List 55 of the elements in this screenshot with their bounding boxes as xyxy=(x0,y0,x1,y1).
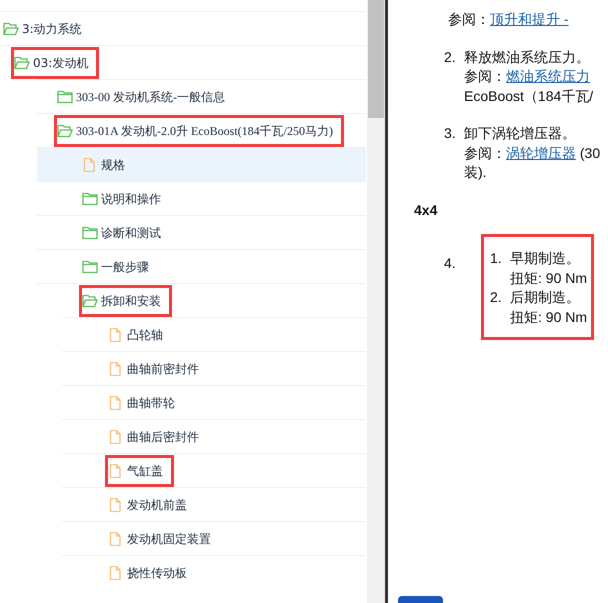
tree-item[interactable]: 气缸盖 xyxy=(62,453,366,487)
torque-text: 扭矩: 90 Nm xyxy=(510,268,588,288)
section-heading: 4x4 xyxy=(414,200,438,220)
tree-item[interactable]: 03:发动机 xyxy=(0,45,366,79)
tree-item[interactable]: 说明和操作 xyxy=(37,181,366,215)
tree-item-label: 03:发动机 xyxy=(33,54,88,70)
tree-item[interactable]: 3:动力系统 xyxy=(0,11,366,45)
step-title: 早期制造。 xyxy=(510,249,581,268)
tree-item[interactable]: 发动机固定装置 xyxy=(62,521,366,555)
tree-item-label: 一般步骤 xyxy=(101,258,149,274)
step-number: 3. xyxy=(443,124,457,143)
step-number: 1. xyxy=(490,249,503,268)
tree-item-label: 发动机前盖 xyxy=(127,496,187,512)
tree-item[interactable]: 一般步骤 xyxy=(37,249,366,283)
step-text: EcoBoost（184千瓦/ xyxy=(464,86,594,106)
step-number: 2. xyxy=(490,288,503,307)
tree-item-label: 曲轴带轮 xyxy=(127,394,175,410)
reference-link[interactable]: 燃油系统压力 xyxy=(506,68,590,84)
step-text: 装). xyxy=(464,163,488,182)
tree-item-label: 挠性传动板 xyxy=(127,564,187,580)
tree-item-label: 303-00 发动机系统-一般信息 xyxy=(76,88,225,104)
step-number: 2. xyxy=(443,48,457,66)
tree-item[interactable]: 303-00 发动机系统-一般信息 xyxy=(37,79,366,113)
reference-link[interactable]: 顶升和提升 - xyxy=(490,11,569,27)
tree-item[interactable]: 规格 xyxy=(37,147,366,181)
tree-item-label: 曲轴前密封件 xyxy=(127,360,199,376)
tree-item-label: 发动机固定装置 xyxy=(127,530,211,546)
tree-item[interactable]: 诊断和测试 xyxy=(37,215,366,249)
reference-link[interactable]: 涡轮增压器 xyxy=(506,144,576,160)
reference-text: 参阅：顶升和提升 - xyxy=(448,10,570,29)
tree-item-label: 303-01A 发动机-2.0升 EcoBoost(184千瓦/250马力) xyxy=(76,122,333,138)
tree-item[interactable]: 发动机前盖 xyxy=(62,487,366,521)
tree-item[interactable]: 凸轮轴 xyxy=(62,317,366,351)
tree-item-label: 规格 xyxy=(101,156,125,172)
tree-item-label: 拆卸和安装 xyxy=(101,292,161,308)
step-title: 后期制造。 xyxy=(510,288,581,307)
tree-item-label: 3:动力系统 xyxy=(22,20,82,36)
tree-item-label: 气缸盖 xyxy=(127,462,163,478)
step-number: 4. xyxy=(443,254,457,273)
scrollbar-thumb[interactable] xyxy=(368,0,384,118)
step-title: 卸下涡轮增压器。 xyxy=(464,124,577,143)
tree-item[interactable]: 拆卸和安装 xyxy=(37,283,366,317)
tree-item[interactable]: 曲轴后密封件 xyxy=(62,419,366,453)
step-title: 释放燃油系统压力。 xyxy=(464,48,591,66)
tree-item-label: 曲轴后密封件 xyxy=(127,428,199,444)
scrollbar[interactable] xyxy=(367,0,385,603)
tree-item[interactable]: 曲轴带轮 xyxy=(62,385,366,419)
torque-text: 扭矩: 90 Nm xyxy=(510,308,588,326)
tree-item[interactable]: 挠性传动板 xyxy=(62,555,366,589)
tree-item[interactable]: 曲轴前密封件 xyxy=(62,351,366,385)
reference-text: 参阅：涡轮增压器 (30 xyxy=(464,144,600,163)
tree-item-label: 说明和操作 xyxy=(101,190,161,206)
tree-item-label: 凸轮轴 xyxy=(127,326,163,342)
reference-text: 参阅：燃油系统压力 xyxy=(464,67,591,86)
tree-item-label: 诊断和测试 xyxy=(101,224,161,240)
